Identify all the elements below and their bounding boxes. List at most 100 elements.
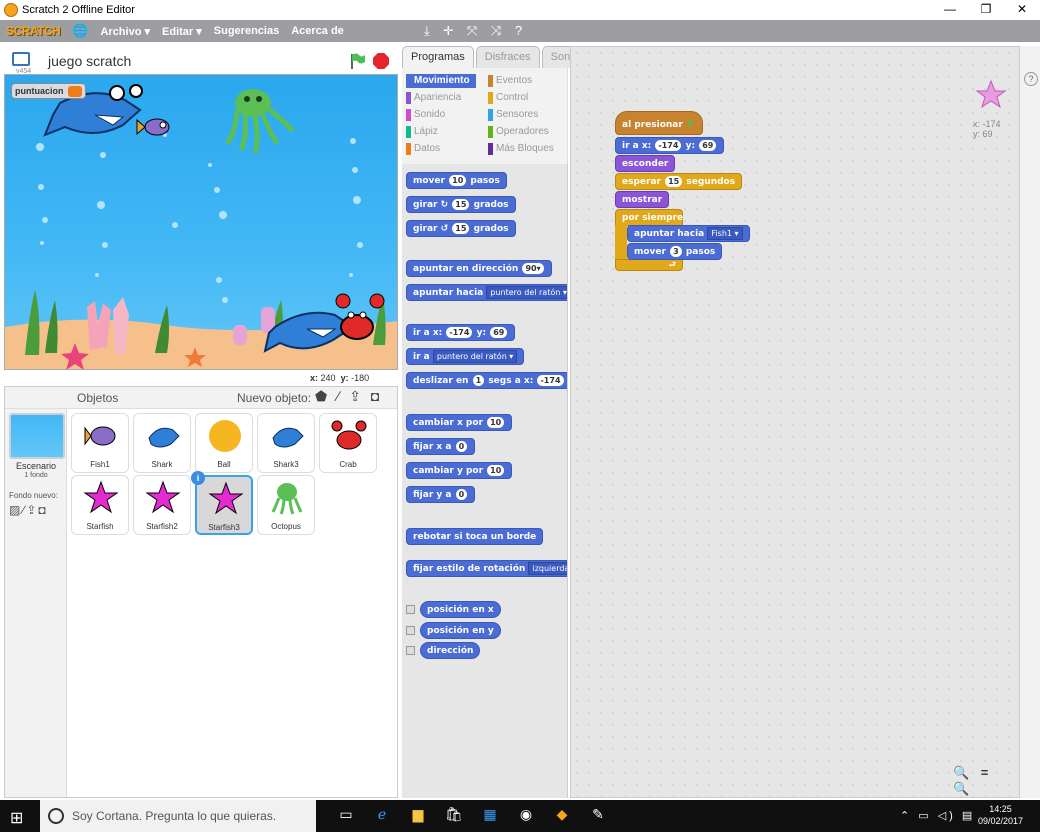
close-button[interactable]: ✕ (1004, 0, 1040, 20)
script-ir-a-xy[interactable]: ir a x: -174 y: 69 (615, 137, 725, 154)
menu-editar[interactable]: Editar ▾ (162, 25, 202, 38)
stop-icon[interactable] (373, 53, 389, 69)
sprite-octopus[interactable]: Octopus (257, 475, 315, 535)
menu-acerca-de[interactable]: Acerca de (291, 25, 344, 37)
new-sprite-tools[interactable]: ⬟ ∕ ⇪ ◘ (315, 388, 382, 405)
variable-monitor[interactable]: puntuacion (11, 83, 86, 99)
category-operadores[interactable]: Operadores (488, 125, 549, 139)
clock-date: 09/02/2017 (978, 816, 1024, 826)
zoom-controls[interactable]: 🔍 = 🔍 (953, 765, 1019, 797)
block-cambiar-y[interactable]: cambiar y por 10 (406, 462, 513, 479)
checkbox-posicion-y[interactable] (406, 626, 415, 635)
green-flag-icon[interactable] (348, 52, 366, 70)
category-eventos[interactable]: Eventos (488, 74, 532, 88)
sprite-ball[interactable]: Ball (195, 413, 253, 473)
sprite-starfish2[interactable]: Starfish2 (133, 475, 191, 535)
category-apariencia[interactable]: Apariencia (406, 91, 461, 105)
category-label: Movimiento (414, 75, 470, 86)
stage-thumbnail[interactable] (9, 413, 65, 459)
reporter-direccion[interactable]: dirección (420, 642, 481, 659)
block-apuntar-direccion[interactable]: apuntar en dirección 90▾ (406, 260, 552, 277)
reporter-posicion-y[interactable]: posición en y (420, 622, 501, 639)
script-mostrar[interactable]: mostrar (615, 191, 670, 208)
fullscreen-icon[interactable] (12, 52, 30, 66)
block-rebotar[interactable]: rebotar si toca un borde (406, 528, 544, 545)
file-explorer-icon[interactable]: ▆ (400, 806, 436, 823)
tab-disfraces[interactable]: Disfraces (475, 46, 540, 68)
cortana-search[interactable]: Soy Cortana. Pregunta lo que quieras. (40, 800, 316, 832)
globe-icon[interactable]: 🌐 (72, 23, 88, 39)
category-sensores[interactable]: Sensores (488, 108, 538, 122)
store-icon[interactable]: 🛍 (436, 806, 472, 823)
category-movimiento[interactable]: Movimiento (406, 74, 476, 88)
category-lápiz[interactable]: Lápiz (406, 125, 438, 139)
tab-programas[interactable]: Programas (402, 46, 474, 68)
checkbox-direccion[interactable] (406, 646, 415, 655)
sprite-crab[interactable]: Crab (319, 413, 377, 473)
script-mover[interactable]: mover 3 pasos (627, 243, 723, 260)
script-apuntar-hacia[interactable]: apuntar hacia Fish1 ▾ (627, 225, 750, 242)
scratch-taskbar-icon[interactable]: ◆ (544, 806, 580, 823)
sprite-starfish[interactable]: Starfish (71, 475, 129, 535)
variable-value (67, 85, 82, 97)
starfish-icon (83, 480, 119, 514)
block-apuntar-hacia[interactable]: apuntar hacia puntero del ratón ▾ (406, 284, 567, 301)
new-backdrop-tools[interactable]: ▨∕⇪◘ (9, 503, 48, 517)
project-name[interactable]: juego scratch (48, 53, 131, 69)
task-view-icon[interactable]: ▭ (328, 806, 364, 823)
checkbox-posicion-x[interactable] (406, 605, 415, 614)
block-deslizar[interactable]: deslizar en 1 segs a x: -174 y: (406, 372, 567, 389)
category-swatch (406, 126, 411, 138)
sprite-shark[interactable]: Shark (133, 413, 191, 473)
sprite-name: Starfish (86, 522, 114, 531)
menu-archivo[interactable]: Archivo ▾ (100, 25, 150, 38)
sprite-panel-header: Objetos Nuevo objeto: ⬟ ∕ ⇪ ◘ (5, 387, 397, 409)
script-esperar[interactable]: esperar 15 segundos (615, 173, 743, 190)
category-más-bloques[interactable]: Más Bloques (488, 142, 554, 156)
sprite-fish1[interactable]: Fish1 (71, 413, 129, 473)
clock[interactable]: 14:25 09/02/2017 (978, 803, 1023, 827)
sprite-info-icon[interactable]: i (191, 471, 205, 485)
category-label: Control (496, 92, 529, 103)
block-girar-derecha[interactable]: girar ↻ 15 grados (406, 196, 516, 213)
scratch-logo[interactable]: SCRATCH (6, 24, 61, 38)
block-fijar-x[interactable]: fijar x a 0 (406, 438, 476, 455)
block-girar-izquierda[interactable]: girar ↺ 15 grados (406, 220, 516, 237)
category-sonido[interactable]: Sonido (406, 108, 445, 122)
starfish3-icon (208, 481, 244, 515)
paint-icon[interactable]: ✎ (580, 806, 616, 823)
help-icon[interactable]: ? (1024, 72, 1038, 86)
minimize-button[interactable]: — (932, 0, 968, 20)
block-ir-a[interactable]: ir a puntero del ratón ▾ (406, 348, 525, 365)
system-tray-icons[interactable]: ⌃ ▭ ◁) ▤ (900, 809, 975, 822)
block-mover[interactable]: mover 10 pasos (406, 172, 507, 189)
block-estilo-rotacion[interactable]: fijar estilo de rotación izquierda-d (406, 560, 567, 577)
block-ir-a-xy[interactable]: ir a x: -174 y: 69 (406, 324, 516, 341)
sprite-starfish3[interactable]: i Starfish3 (191, 471, 253, 535)
octopus-icon (271, 483, 303, 515)
category-swatch (488, 109, 493, 121)
scripts-area[interactable]: al presionar ⚑ ir a x: -174 y: 69 escond… (570, 46, 1020, 798)
category-control[interactable]: Control (488, 91, 528, 105)
block-when-flag-clicked[interactable]: al presionar ⚑ (615, 111, 703, 135)
dev-app-icon[interactable]: ▦ (472, 806, 508, 823)
script-esconder[interactable]: esconder (615, 155, 676, 172)
menu-sugerencias[interactable]: Sugerencias (214, 25, 279, 37)
category-label: Eventos (496, 75, 533, 86)
category-label: Más Bloques (496, 143, 554, 154)
restore-button[interactable]: ❐ (968, 0, 1004, 20)
windows-start-icon[interactable]: ⊞ (10, 808, 23, 828)
crab-icon (331, 420, 367, 450)
sprite-shark3[interactable]: Shark3 (257, 413, 315, 473)
sprite-panel: Objetos Nuevo objeto: ⬟ ∕ ⇪ ◘ Escenario … (4, 386, 398, 798)
editing-tools-icons[interactable]: ⤓ ✛ ⤧ ⤨ ? (424, 23, 527, 39)
right-strip (1020, 46, 1040, 798)
reporter-posicion-x[interactable]: posición en x (420, 601, 501, 618)
mouse-y: -180 (351, 373, 370, 383)
edge-icon[interactable]: ℯ (364, 806, 400, 823)
stage-canvas[interactable]: puntuacion (4, 74, 398, 370)
block-cambiar-x[interactable]: cambiar x por 10 (406, 414, 513, 431)
block-fijar-y[interactable]: fijar y a 0 (406, 486, 476, 503)
category-datos[interactable]: Datos (406, 142, 440, 156)
chrome-icon[interactable]: ◉ (508, 806, 544, 823)
